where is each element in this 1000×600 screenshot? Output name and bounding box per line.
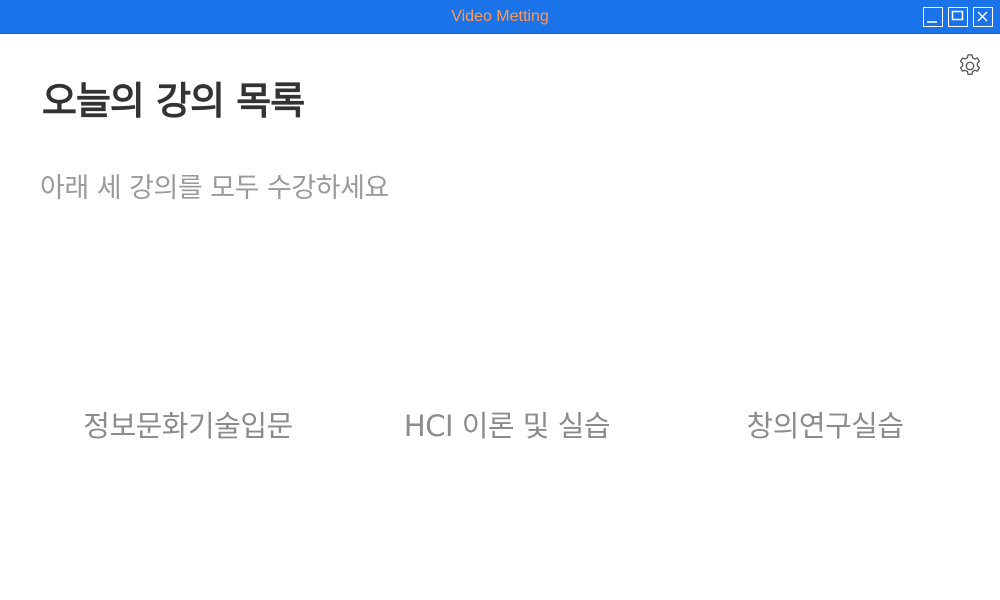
minimize-icon	[927, 21, 937, 23]
title-bar[interactable]: Video Metting	[0, 0, 1000, 34]
maximize-button[interactable]	[948, 7, 968, 27]
course-list: 정보문화기술입문 HCI 이론 및 실습 창의연구실습	[0, 404, 1000, 448]
window-title: Video Metting	[451, 8, 549, 25]
course-item-intro-info-culture-tech[interactable]: 정보문화기술입문	[38, 404, 338, 448]
page-subtitle: 아래 세 강의를 모두 수강하세요	[40, 173, 389, 204]
settings-button[interactable]	[956, 52, 984, 80]
close-icon	[977, 11, 988, 22]
maximize-icon	[951, 10, 964, 21]
page-title: 오늘의 강의 목록	[42, 79, 305, 123]
close-button[interactable]	[973, 7, 993, 27]
minimize-button[interactable]	[923, 7, 943, 27]
window-controls	[923, 7, 993, 27]
course-item-creative-research[interactable]: 창의연구실습	[675, 404, 975, 448]
course-item-hci[interactable]: HCI 이론 및 실습	[357, 404, 657, 448]
gear-icon	[959, 54, 981, 75]
app-window: Video Metting 오늘의 강의 목록 아래 세 강의를 모두 수강하세…	[0, 0, 1000, 600]
